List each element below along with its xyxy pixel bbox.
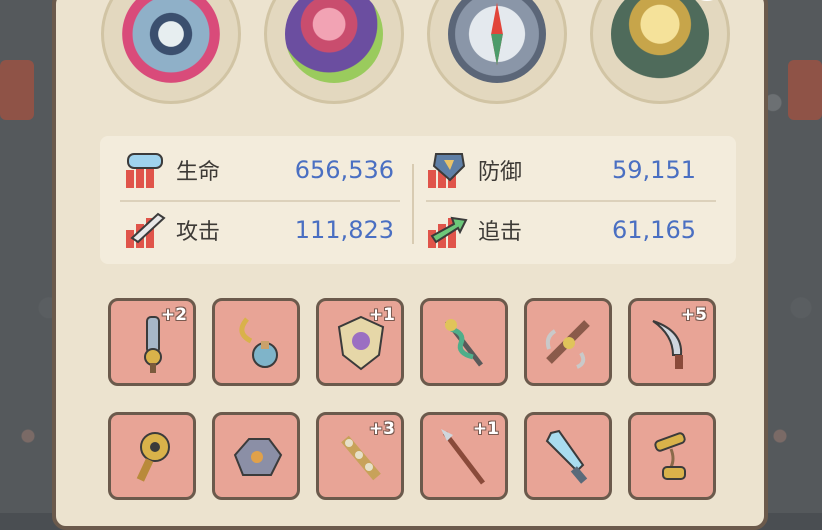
stat-attack: 攻击 111,823 [124, 210, 394, 250]
equipment-slot-1[interactable]: +2 [108, 298, 196, 386]
hook-icon [239, 317, 278, 368]
equipment-slot-9[interactable]: +3 [316, 412, 404, 500]
equipment-slot-2[interactable] [212, 298, 300, 386]
equipment-slot-10[interactable]: +1 [420, 412, 508, 500]
golden-torch-relic-icon [611, 0, 709, 83]
relic-slot-3[interactable] [427, 0, 567, 104]
equipment-slot-12[interactable] [628, 412, 716, 500]
equipment-slot-6[interactable]: +5 [628, 298, 716, 386]
relic-slot-2[interactable] [264, 0, 404, 104]
relic-slot-1[interactable] [101, 0, 241, 104]
sword-stat-icon [124, 210, 168, 250]
equipment-slot-7[interactable] [108, 412, 196, 500]
stat-defense-value: 59,151 [612, 156, 696, 184]
side-tab-right [788, 60, 822, 120]
relic-slot-4[interactable]: ! [590, 0, 730, 104]
crystal-sword-icon [545, 429, 588, 484]
stats-divider [412, 164, 414, 244]
upgrade-level: +1 [368, 305, 395, 325]
rock-armor-icon [233, 438, 283, 476]
heart-stat-icon [124, 150, 168, 190]
golden-mace-icon [136, 432, 170, 482]
shield-stat-icon [426, 150, 470, 190]
stat-pursuit: 追击 61,165 [426, 210, 696, 250]
compass-relic-icon [448, 0, 546, 83]
equipment-slot-11[interactable] [524, 412, 612, 500]
stats-row-divider [120, 200, 400, 202]
nunchaku-icon [654, 432, 686, 480]
equipment-slot-8[interactable] [212, 412, 300, 500]
eye-ring-relic-icon [122, 0, 220, 83]
stats-row-divider [426, 200, 716, 202]
side-tab-left [0, 60, 34, 120]
stat-defense-label: 防御 [478, 160, 523, 185]
equipment-slot-3[interactable]: +1 [316, 298, 404, 386]
stat-hp-label: 生命 [176, 160, 221, 185]
winged-cannon-icon [545, 320, 590, 369]
serpent-staff-icon [445, 319, 483, 367]
equipment-slot-5[interactable] [524, 298, 612, 386]
stat-defense: 防御 59,151 [426, 150, 696, 190]
stat-hp: 生命 656,536 [124, 150, 394, 190]
stat-attack-label: 攻击 [176, 220, 221, 245]
relic-row: ! [56, 0, 764, 114]
equipment-slot-4[interactable] [420, 298, 508, 386]
stat-pursuit-label: 追击 [478, 220, 523, 245]
gem-fruit-relic-icon [285, 0, 383, 83]
upgrade-level: +5 [680, 305, 707, 325]
upgrade-level: +1 [472, 419, 499, 439]
stat-hp-value: 656,536 [294, 156, 394, 184]
stats-box: 生命 656,536 防御 59,151 攻击 111,823 追击 61,16… [100, 136, 736, 264]
upgrade-level: +3 [368, 419, 395, 439]
stat-pursuit-value: 61,165 [612, 216, 696, 244]
stat-attack-value: 111,823 [294, 216, 394, 244]
character-panel: ! 生命 656,536 [52, 0, 768, 530]
arrow-stat-icon [426, 210, 470, 250]
upgrade-level: +2 [160, 305, 187, 325]
